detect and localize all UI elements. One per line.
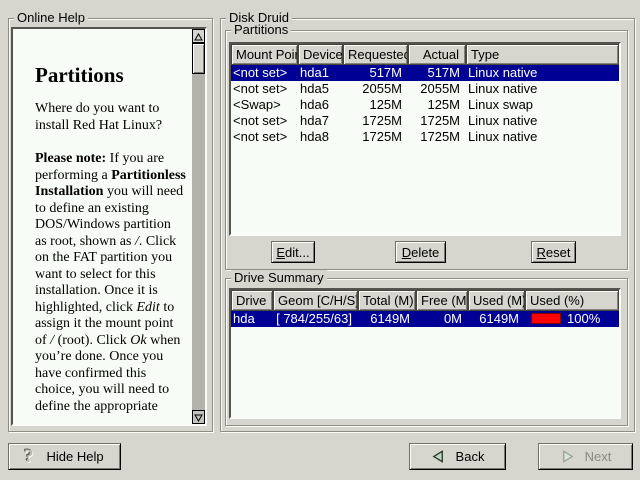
column-header-mount-point[interactable]: Mount Point <box>231 44 298 65</box>
help-scrollbar[interactable] <box>192 29 205 424</box>
partition-row-hda1[interactable]: <not set> hda1 517M 517M Linux native <box>231 65 619 81</box>
question-mark-icon: ? <box>24 447 34 466</box>
disk-druid-frame: Disk Druid Partitions Mount Point Device… <box>220 18 635 432</box>
column-header-requested[interactable]: Requested <box>343 44 408 65</box>
hide-help-button[interactable]: ? Hide Help <box>8 443 121 470</box>
delete-button-mnemonic: D <box>402 245 411 260</box>
scroll-down-button[interactable] <box>192 410 205 424</box>
help-title: Partitions <box>35 63 186 87</box>
cell-used-m: 6149M <box>468 311 525 327</box>
column-header-actual[interactable]: Actual <box>408 44 466 65</box>
cell-total: 6149M <box>358 311 416 327</box>
drive-summary-frame: Drive Summary Drive Geom [C/H/S] Total (… <box>225 278 628 426</box>
drive-summary-table-header: Drive Geom [C/H/S] Total (M) Free (M) Us… <box>231 290 619 311</box>
cell-mount: <Swap> <box>231 97 298 113</box>
hide-help-button-label: Hide Help <box>47 449 104 464</box>
edit-button-label: dit... <box>285 245 310 260</box>
cell-requested: 517M <box>343 65 408 81</box>
next-arrow-icon <box>560 449 575 464</box>
reset-button-mnemonic: R <box>537 245 546 260</box>
drive-row-hda[interactable]: hda [ 784/255/63] 6149M 0M 6149M 100% <box>231 311 619 327</box>
cell-type: Linux swap <box>466 97 619 113</box>
edit-button[interactable]: Edit... <box>271 241 315 263</box>
cell-mount: <not set> <box>231 129 298 145</box>
help-note-segment: Please note: <box>35 151 110 166</box>
used-percent-bar <box>531 313 561 324</box>
cell-type: Linux native <box>466 113 619 129</box>
cell-actual: 1725M <box>408 113 466 129</box>
cell-device: hda5 <box>298 81 343 97</box>
help-note: Please note: If you are performing a Par… <box>35 151 186 415</box>
reset-button-label: eset <box>546 245 571 260</box>
cell-device: hda1 <box>298 65 343 81</box>
cell-type: Linux native <box>466 65 619 81</box>
column-header-total[interactable]: Total (M) <box>358 290 416 311</box>
partitions-table-header: Mount Point Device Requested Actual Type <box>231 44 619 65</box>
column-header-drive[interactable]: Drive <box>231 290 273 311</box>
help-note-segment: Edit <box>136 300 159 315</box>
column-header-device[interactable]: Device <box>298 44 343 65</box>
edit-button-mnemonic: E <box>276 245 285 260</box>
cell-requested: 1725M <box>343 113 408 129</box>
column-header-used-pct[interactable]: Used (%) <box>525 290 619 311</box>
installer-window: Online Help Partitions Where do you want… <box>0 0 640 480</box>
column-header-used-m[interactable]: Used (M) <box>468 290 525 311</box>
drive-summary-frame-label: Drive Summary <box>231 270 327 285</box>
back-arrow-icon <box>431 449 446 464</box>
partitions-frame: Partitions Mount Point Device Requested … <box>225 30 628 270</box>
back-button-label: Back <box>456 449 485 464</box>
cell-requested: 125M <box>343 97 408 113</box>
scroll-down-icon <box>194 410 203 425</box>
cell-free: 0M <box>416 311 468 327</box>
next-button[interactable]: Next <box>538 443 633 470</box>
online-help-frame-label: Online Help <box>14 10 88 25</box>
column-header-free[interactable]: Free (M) <box>416 290 468 311</box>
help-viewport: Partitions Where do you want to install … <box>11 27 207 426</box>
cell-used-pct: 100% <box>525 311 619 327</box>
cell-actual: 1725M <box>408 129 466 145</box>
drive-summary-table: Drive Geom [C/H/S] Total (M) Free (M) Us… <box>229 288 621 419</box>
cell-mount: <not set> <box>231 113 298 129</box>
cell-actual: 2055M <box>408 81 466 97</box>
next-button-label: Next <box>585 449 612 464</box>
cell-geom: [ 784/255/63] <box>273 311 358 327</box>
cell-actual: 125M <box>408 97 466 113</box>
cell-type: Linux native <box>466 129 619 145</box>
column-header-type[interactable]: Type <box>466 44 619 65</box>
help-intro: Where do you want to install Red Hat Lin… <box>35 101 186 134</box>
partitions-table: Mount Point Device Requested Actual Type… <box>229 42 621 236</box>
help-content: Partitions Where do you want to install … <box>13 29 192 424</box>
help-note-segment: Ok <box>130 333 146 348</box>
cell-actual: 517M <box>408 65 466 81</box>
cell-requested: 2055M <box>343 81 408 97</box>
delete-button[interactable]: Delete <box>395 241 446 263</box>
scroll-thumb[interactable] <box>192 43 205 74</box>
partition-row-hda7[interactable]: <not set> hda7 1725M 1725M Linux native <box>231 113 619 129</box>
partition-row-hda8[interactable]: <not set> hda8 1725M 1725M Linux native <box>231 129 619 145</box>
cell-device: hda8 <box>298 129 343 145</box>
used-percent-value: 100% <box>567 311 600 326</box>
scroll-up-icon <box>194 29 203 44</box>
cell-mount: <not set> <box>231 81 298 97</box>
delete-button-label: elete <box>411 245 439 260</box>
scroll-up-button[interactable] <box>192 29 205 43</box>
help-note-segment: (root). Click <box>54 333 130 348</box>
cell-requested: 1725M <box>343 129 408 145</box>
cell-device: hda7 <box>298 113 343 129</box>
partition-row-hda6[interactable]: <Swap> hda6 125M 125M Linux swap <box>231 97 619 113</box>
online-help-frame: Online Help Partitions Where do you want… <box>8 18 213 432</box>
reset-button[interactable]: Reset <box>531 241 576 263</box>
cell-type: Linux native <box>466 81 619 97</box>
back-button[interactable]: Back <box>409 443 506 470</box>
column-header-geom[interactable]: Geom [C/H/S] <box>273 290 358 311</box>
cell-mount: <not set> <box>231 65 298 81</box>
cell-drive: hda <box>231 311 273 327</box>
partitions-frame-label: Partitions <box>231 22 291 37</box>
partition-row-hda5[interactable]: <not set> hda5 2055M 2055M Linux native <box>231 81 619 97</box>
cell-device: hda6 <box>298 97 343 113</box>
